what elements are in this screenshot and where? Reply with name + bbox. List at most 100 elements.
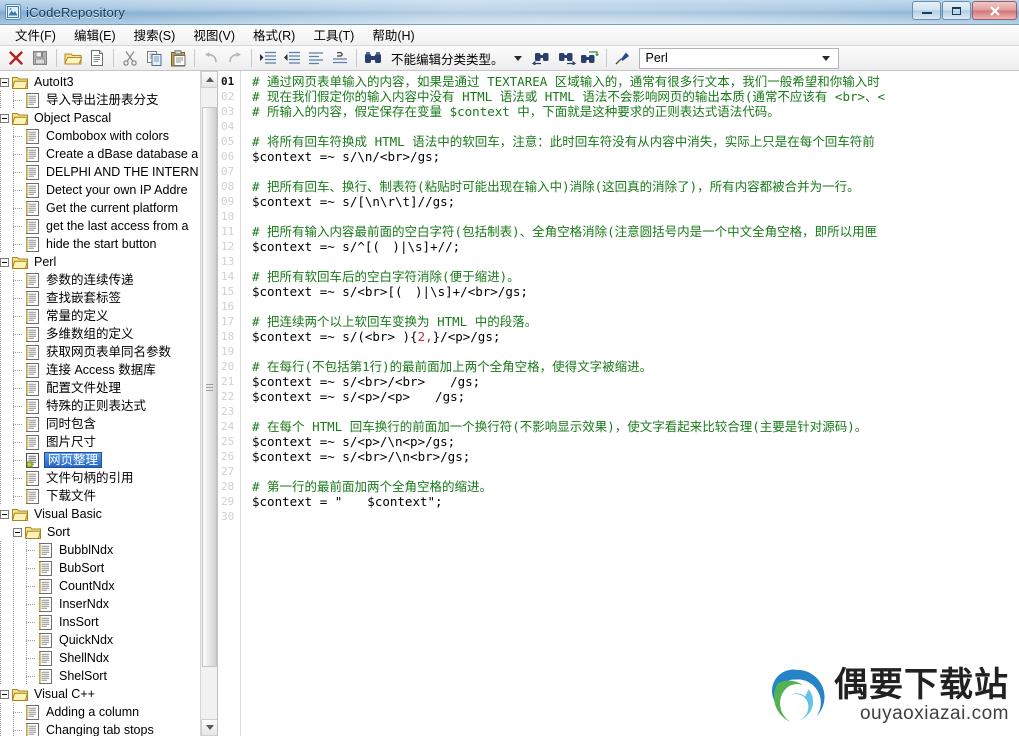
code-line[interactable]: # 把所有回车、换行、制表符(粘贴时可能出现在输入中)消除(这回真的消除了)，所… <box>242 179 1019 194</box>
find-previous-button[interactable] <box>530 47 554 69</box>
code-line[interactable]: # 通过网页表单输入的内容，如果是通过 TEXTAREA 区域输入的，通常有很多… <box>242 74 1019 89</box>
tree-item-node[interactable]: InserNdx <box>0 595 204 613</box>
menu-item-help[interactable]: 帮助(H) <box>363 23 423 47</box>
tree-expander[interactable] <box>0 509 9 519</box>
tree-expander[interactable] <box>0 689 9 699</box>
tree-item-node[interactable]: 导入导出注册表分支 <box>0 91 204 109</box>
new-document-button[interactable] <box>85 47 109 69</box>
tree-item-node[interactable]: 常量的定义 <box>0 307 204 325</box>
cut-button[interactable] <box>118 47 142 69</box>
tree-item-node[interactable]: BubSort <box>0 559 204 577</box>
code-line[interactable]: $context =~ s/\n/<br>/gs; <box>242 149 1019 164</box>
tree-folder-node[interactable]: Object Pascal <box>0 109 204 127</box>
tree-item-node[interactable]: BubblNdx <box>0 541 204 559</box>
tree-folder-node[interactable]: Visual C++ <box>0 685 204 703</box>
tree-expander[interactable] <box>0 257 9 267</box>
close-button[interactable] <box>972 1 1017 20</box>
find-button[interactable] <box>361 47 385 69</box>
code-line[interactable]: # 第一行的最前面加两个全角空格的缩进。 <box>242 479 1019 494</box>
tree-item-node[interactable]: 获取网页表单同名参数 <box>0 343 204 361</box>
tree-item-node[interactable]: Detect your own IP Addre <box>0 181 204 199</box>
tree-item-node[interactable]: DELPHI AND THE INTERN <box>0 163 204 181</box>
code-line[interactable]: $context =~ s/<p>/\n<p>/gs; <box>242 434 1019 449</box>
tree-item-node[interactable]: hide the start button <box>0 235 204 253</box>
code-editor-pane[interactable]: 01 02 03 04 05 06 07 08 09 10 11 12 13 14 15 16 17 18 19 20… <box>219 71 1019 736</box>
tree-expander[interactable] <box>0 77 9 87</box>
align-left-button[interactable] <box>304 47 328 69</box>
tree-item-node[interactable]: 参数的连续传递 <box>0 271 204 289</box>
tree-item-node[interactable]: QuickNdx <box>0 631 204 649</box>
tree-item-node[interactable]: 特殊的正则表达式 <box>0 397 204 415</box>
tree-folder-node[interactable]: Sort <box>0 523 204 541</box>
tree-item-node[interactable]: ShellNdx <box>0 649 204 667</box>
tree-item-node[interactable]: 同时包含 <box>0 415 204 433</box>
code-line[interactable]: # 将所有回车符换成 HTML 语法中的软回车，注意：此时回车符没有从内容中消失… <box>242 134 1019 149</box>
open-folder-button[interactable] <box>61 47 85 69</box>
code-line[interactable]: # 现在我们假定你的输入内容中没有 HTML 语法或 HTML 语法不会影响网页… <box>242 89 1019 104</box>
tree-item-node[interactable]: Changing tab stops <box>0 721 204 736</box>
code-line[interactable]: $context =~ s/^[( )|\s]+//; <box>242 239 1019 254</box>
tree-item-node[interactable]: Adding a column <box>0 703 204 721</box>
tree-item-node[interactable]: InsSort <box>0 613 204 631</box>
code-line[interactable] <box>242 164 1019 179</box>
tree-expander[interactable] <box>0 113 9 123</box>
tree-item-node[interactable]: 多维数组的定义 <box>0 325 204 343</box>
paste-button[interactable] <box>166 47 190 69</box>
code-line[interactable]: $context =~ s/(<br> ){2,}/<p>/gs; <box>242 329 1019 344</box>
scrollbar-thumb[interactable] <box>202 107 217 667</box>
tree-expander[interactable] <box>13 527 22 537</box>
tree-item-node[interactable]: get the last access from a <box>0 217 204 235</box>
menu-item-search[interactable]: 搜索(S) <box>125 23 185 47</box>
tree-item-node[interactable]: 下载文件 <box>0 487 204 505</box>
code-line[interactable] <box>242 509 1019 524</box>
code-line[interactable]: $context =~ s/<br>/\n<br>/gs; <box>242 449 1019 464</box>
code-line[interactable]: # 所输入的内容，假定保存在变量 $context 中，下面就是这种要求的正则表… <box>242 104 1019 119</box>
code-line[interactable]: # 在每行(不包括第1行)的最前面加上两个全角空格，使得文字被缩进。 <box>242 359 1019 374</box>
menu-item-edit[interactable]: 编辑(E) <box>65 23 125 47</box>
language-pen-button[interactable] <box>611 47 635 69</box>
menu-item-file[interactable]: 文件(F) <box>6 23 65 47</box>
tree-folder-node[interactable]: Perl <box>0 253 204 271</box>
find-next-button[interactable] <box>554 47 578 69</box>
scroll-down-button[interactable] <box>201 719 217 736</box>
tree-item-node[interactable]: 连接 Access 数据库 <box>0 361 204 379</box>
tree-item-node[interactable]: 图片尺寸 <box>0 433 204 451</box>
code-line[interactable] <box>242 404 1019 419</box>
tree-folder-node[interactable]: AutoIt3 <box>0 73 204 91</box>
redo-button[interactable] <box>223 47 247 69</box>
tree-folder-node[interactable]: Visual Basic <box>0 505 204 523</box>
tree-item-node[interactable]: 配置文件处理 <box>0 379 204 397</box>
tree-item-node[interactable]: ShelSort <box>0 667 204 685</box>
code-line[interactable]: $context = " $context"; <box>242 494 1019 509</box>
copy-button[interactable] <box>142 47 166 69</box>
minimize-button[interactable] <box>912 1 941 20</box>
tree-item-node[interactable]: Get the current platform <box>0 199 204 217</box>
code-line[interactable] <box>242 254 1019 269</box>
code-line[interactable] <box>242 119 1019 134</box>
tree-item-node[interactable]: Create a dBase database a <box>0 145 204 163</box>
tree-item-node[interactable]: 网页整理 <box>0 451 204 469</box>
tree-item-node[interactable]: CountNdx <box>0 577 204 595</box>
code-line[interactable]: $context =~ s/<br>[( )|\s]+/<br>/gs; <box>242 284 1019 299</box>
scroll-up-button[interactable] <box>201 71 217 88</box>
code-line[interactable] <box>242 209 1019 224</box>
code-line[interactable] <box>242 344 1019 359</box>
code-area[interactable]: # 通过网页表单输入的内容，如果是通过 TEXTAREA 区域输入的，通常有很多… <box>242 71 1019 736</box>
status-dropdown[interactable]: 不能编辑分类类型。 <box>387 48 530 69</box>
code-line[interactable]: $context =~ s/[\n\r\t]//gs; <box>242 194 1019 209</box>
indent-increase-button[interactable] <box>256 47 280 69</box>
code-line[interactable]: $context =~ s/<br>/<br> /gs; <box>242 374 1019 389</box>
delete-button[interactable] <box>4 47 28 69</box>
language-select[interactable]: Perl <box>638 47 839 69</box>
find-replace-button[interactable] <box>578 47 602 69</box>
code-line[interactable]: # 把所有输入内容最前面的空白字符(包括制表)、全角空格消除(注意圆括号内是一个… <box>242 224 1019 239</box>
tree-item-node[interactable]: Combobox with colors <box>0 127 204 145</box>
menu-item-format[interactable]: 格式(R) <box>244 23 304 47</box>
code-line[interactable]: # 把连续两个以上软回车变换为 HTML 中的段落。 <box>242 314 1019 329</box>
maximize-button[interactable] <box>942 1 971 20</box>
tree-item-node[interactable]: 查找嵌套标签 <box>0 289 204 307</box>
align-other-button[interactable] <box>328 47 352 69</box>
code-line[interactable] <box>242 299 1019 314</box>
tree-vertical-scrollbar[interactable] <box>200 71 217 736</box>
code-line[interactable]: # 在每个 HTML 回车换行的前面加一个换行符(不影响显示效果)，使文字看起来… <box>242 419 1019 434</box>
